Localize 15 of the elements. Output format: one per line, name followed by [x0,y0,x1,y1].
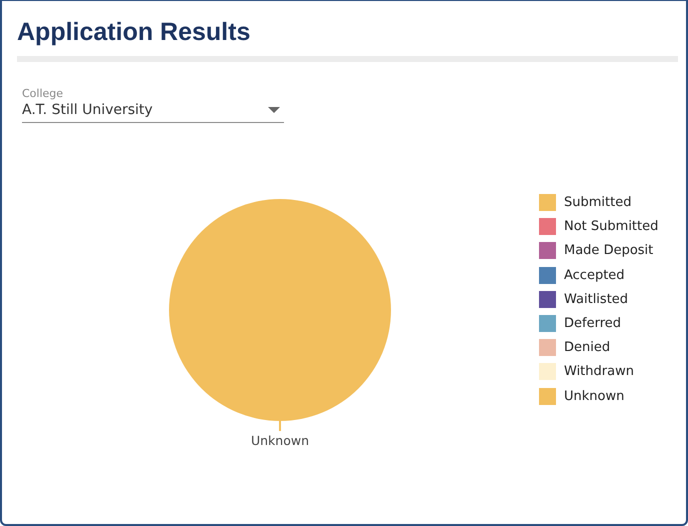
legend-label: Denied [564,340,610,356]
legend-label: Accepted [564,268,625,283]
page-title: Application Results [17,17,252,48]
legend-label: Deferred [564,316,622,332]
legend-label: Withdrawn [564,364,634,380]
dropdown-caret-icon [268,106,280,114]
slice-label: Unknown [250,433,310,448]
college-select[interactable]: College A.T. Still University [22,87,284,123]
legend-label: Made Deposit [564,243,654,258]
legend-label: Not Submitted [564,219,658,234]
select-label: College [22,87,64,100]
leader-line [279,421,281,431]
legend-label: Waitlisted [564,292,628,307]
legend-label: Submitted [564,195,632,210]
legend-label: Unknown [564,388,624,404]
